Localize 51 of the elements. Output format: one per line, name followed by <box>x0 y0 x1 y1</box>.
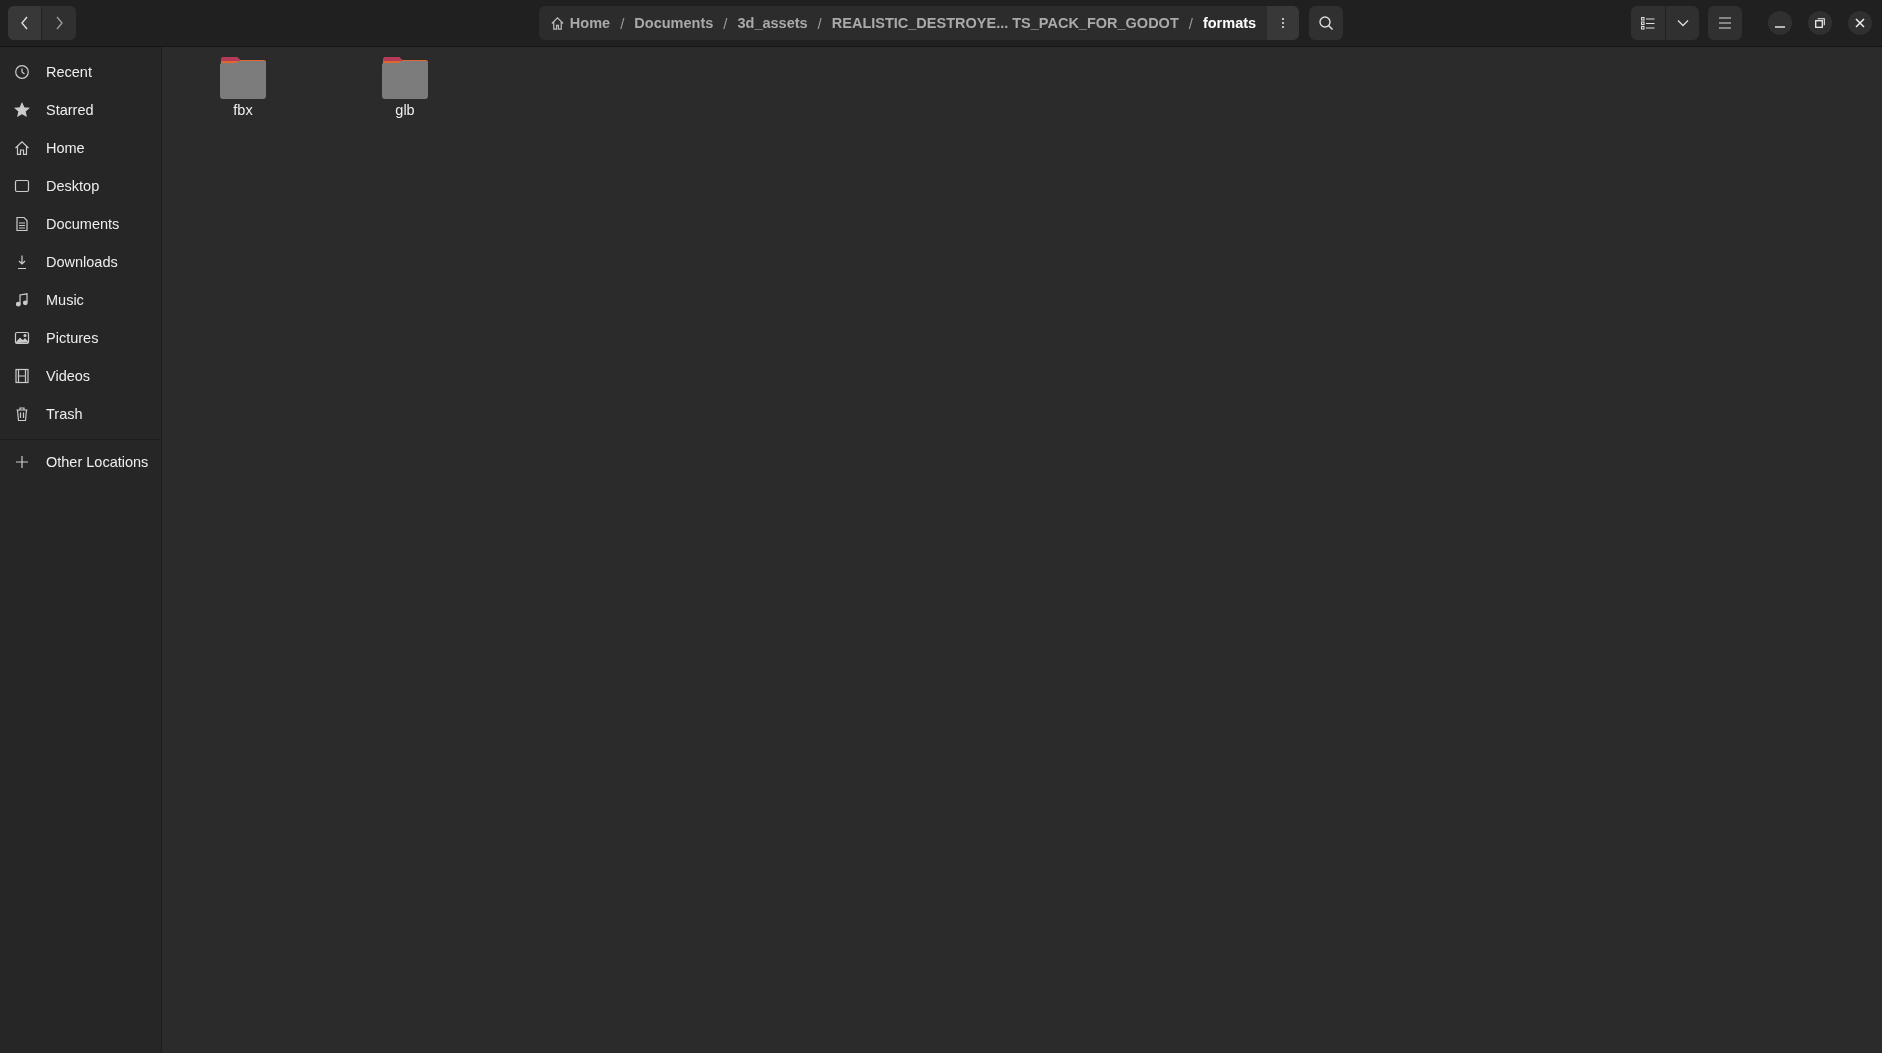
sidebar-item[interactable]: Documents <box>0 205 161 243</box>
sidebar-item[interactable]: Recent <box>0 53 161 91</box>
close-button[interactable] <box>1848 11 1872 35</box>
breadcrumb[interactable]: REALISTIC_DESTROYE... TS_PACK_FOR_GODOT <box>828 15 1182 31</box>
list-view-button[interactable] <box>1631 6 1665 40</box>
star-icon <box>14 102 30 118</box>
search-button[interactable] <box>1309 6 1344 40</box>
folder-icon <box>219 56 267 100</box>
sidebar-item[interactable]: Home <box>0 129 161 167</box>
sidebar-item[interactable]: Pictures <box>0 319 161 357</box>
menu-icon <box>1718 17 1732 29</box>
restore-button[interactable] <box>1808 11 1832 35</box>
folder-item[interactable]: glb <box>340 56 470 118</box>
sidebar-item[interactable]: Starred <box>0 91 161 129</box>
sidebar-item[interactable]: Downloads <box>0 243 161 281</box>
trash-icon <box>14 406 30 422</box>
breadcrumb[interactable]: formats <box>1199 15 1260 31</box>
clock-icon <box>14 64 30 80</box>
sidebar-item[interactable]: Music <box>0 281 161 319</box>
minimize-icon <box>1775 25 1785 28</box>
chevron-down-icon <box>1676 19 1689 27</box>
breadcrumb[interactable]: Home <box>546 15 614 31</box>
document-icon <box>14 216 30 232</box>
film-icon <box>14 368 30 384</box>
plus-icon <box>14 454 30 470</box>
folder-item[interactable]: fbx <box>178 56 308 118</box>
breadcrumb[interactable]: Documents <box>631 15 717 31</box>
path-separator: / <box>619 14 626 32</box>
desktop-icon <box>14 178 30 194</box>
sidebar-item[interactable]: Other Locations <box>0 443 161 481</box>
sidebar-item[interactable]: Videos <box>0 357 161 395</box>
path-separator: / <box>1187 14 1194 32</box>
minimize-button[interactable] <box>1768 11 1792 35</box>
chevron-right-icon <box>53 15 65 31</box>
restore-icon <box>1815 18 1825 28</box>
home-icon <box>549 15 565 31</box>
path-separator: / <box>722 14 729 32</box>
sidebar-item[interactable]: Desktop <box>0 167 161 205</box>
path-separator: / <box>816 14 823 32</box>
list-icon <box>1641 16 1655 30</box>
back-button[interactable] <box>8 6 42 40</box>
music-icon <box>14 292 30 308</box>
picture-icon <box>14 330 30 346</box>
sidebar-item[interactable]: Trash <box>0 395 161 433</box>
folder-icon <box>381 56 429 100</box>
close-icon <box>1855 18 1865 28</box>
menu-button[interactable] <box>1708 6 1742 40</box>
kebab-icon <box>1281 17 1286 29</box>
search-icon <box>1318 15 1335 31</box>
breadcrumb[interactable]: 3d_assets <box>734 15 811 31</box>
home-icon <box>14 140 30 156</box>
